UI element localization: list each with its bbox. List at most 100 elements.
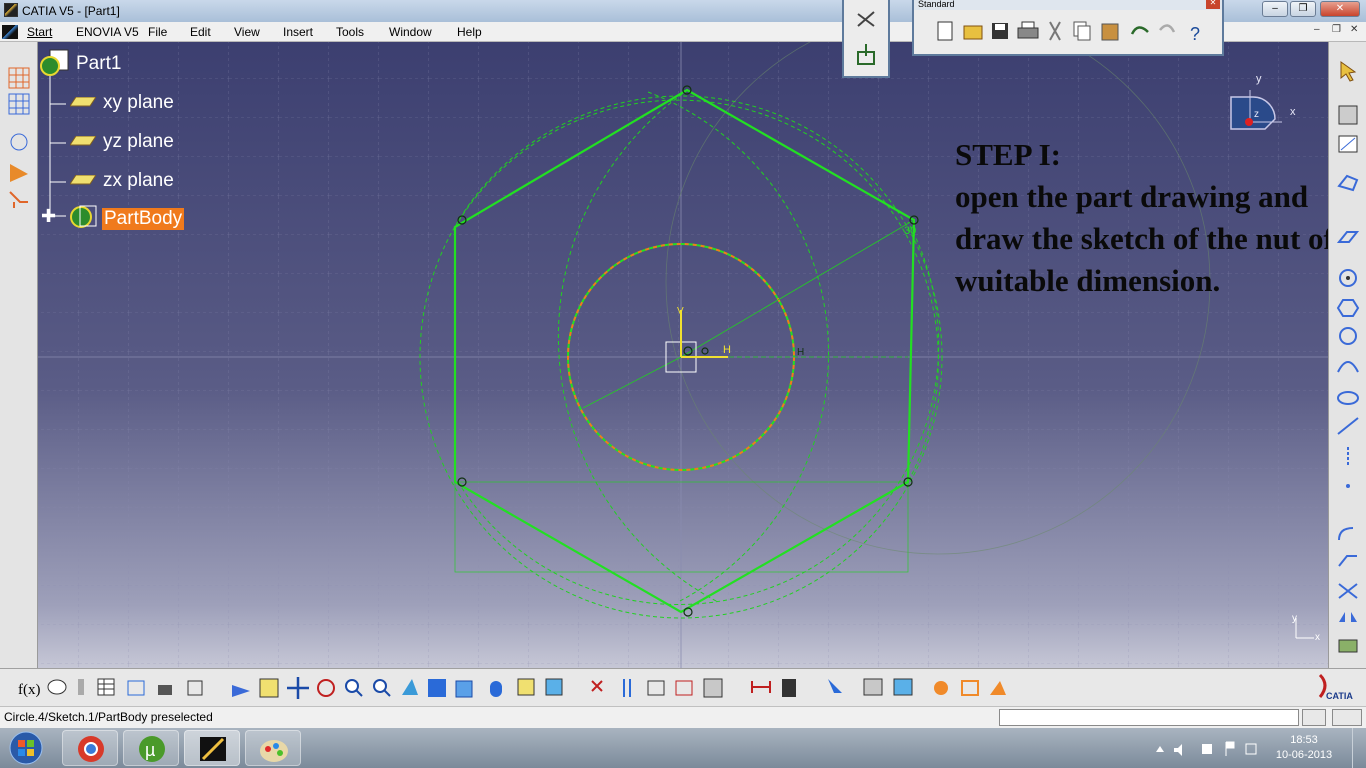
show-desktop-button[interactable] xyxy=(1352,728,1366,768)
hide-show-icon[interactable] xyxy=(490,681,502,697)
tree-yz-plane[interactable]: yz plane xyxy=(103,131,174,153)
capture-icon[interactable] xyxy=(893,678,913,696)
line-icon[interactable] xyxy=(1337,417,1359,435)
sketch-analysis-icon[interactable] xyxy=(591,680,603,692)
part-icon[interactable] xyxy=(38,48,72,78)
circle-tool-icon[interactable] xyxy=(1339,327,1357,345)
taskbar-chrome[interactable] xyxy=(62,730,118,766)
normal-view-icon[interactable] xyxy=(402,679,418,695)
fit-all-icon[interactable] xyxy=(259,678,279,698)
chamfer-icon[interactable] xyxy=(1338,555,1357,567)
distance-icon[interactable] xyxy=(751,681,771,693)
trim-icon[interactable] xyxy=(1338,583,1358,599)
profile-icon[interactable] xyxy=(1337,174,1359,192)
command-expand-button[interactable] xyxy=(1332,709,1362,726)
dimensional-constraint-icon[interactable] xyxy=(9,191,28,208)
snapshot-icon[interactable] xyxy=(863,678,883,696)
grid-icon[interactable] xyxy=(8,67,30,89)
comment-icon[interactable] xyxy=(47,679,67,695)
new-icon[interactable] xyxy=(937,21,953,41)
standard-toolbar-close[interactable]: ✕ xyxy=(1206,0,1220,9)
save-icon[interactable] xyxy=(992,23,1008,39)
export-icon[interactable] xyxy=(857,44,875,65)
transform-icon[interactable] xyxy=(961,680,979,696)
copy-icon[interactable] xyxy=(1073,21,1091,41)
menu-enovia[interactable]: ENOVIA V5 xyxy=(76,25,139,39)
print-icon[interactable] xyxy=(1017,21,1039,39)
menu-edit[interactable]: Edit xyxy=(190,25,211,39)
snap-grid-icon[interactable] xyxy=(8,93,30,115)
construction-icon[interactable] xyxy=(10,133,28,151)
rotate-icon[interactable] xyxy=(317,679,335,697)
sketcher-icon[interactable] xyxy=(857,11,875,27)
lock-icon[interactable] xyxy=(158,685,172,695)
expand-plus-icon[interactable]: ✚ xyxy=(41,207,59,225)
pattern-icon[interactable] xyxy=(990,681,1006,695)
select-mode-icon[interactable] xyxy=(828,679,842,693)
redo-icon[interactable] xyxy=(1159,24,1176,33)
constraint-list-icon[interactable] xyxy=(623,679,631,697)
measure-icon[interactable] xyxy=(647,680,665,696)
project-icon[interactable] xyxy=(1338,639,1358,653)
rectangle-icon[interactable] xyxy=(1336,231,1360,243)
doc-close-button[interactable]: ✕ xyxy=(1350,24,1358,35)
paste-icon[interactable] xyxy=(1101,23,1119,41)
taskbar-utorrent[interactable]: µ xyxy=(123,730,179,766)
table-icon[interactable] xyxy=(97,678,115,696)
3d-viewport[interactable]: 30 H V H Part1 xy plane yz plane zx plan… xyxy=(38,42,1328,668)
menu-start[interactable]: Start xyxy=(27,25,52,39)
menu-tools[interactable]: Tools xyxy=(336,25,364,39)
menu-file[interactable]: File xyxy=(148,25,167,39)
chamfer-tool-icon[interactable] xyxy=(934,681,948,695)
close-button[interactable]: ✕ xyxy=(1320,1,1360,17)
doc-minimize-button[interactable]: – xyxy=(1314,24,1320,35)
tree-xy-plane[interactable]: xy plane xyxy=(103,92,174,114)
pan-icon[interactable] xyxy=(287,677,309,699)
shading-icon[interactable] xyxy=(455,680,473,698)
measure-item-icon[interactable] xyxy=(675,680,693,696)
views-icon[interactable] xyxy=(428,679,446,697)
zoom-in-icon[interactable] xyxy=(345,679,363,697)
select-arrow-icon[interactable] xyxy=(1340,61,1357,82)
taskbar-catia[interactable] xyxy=(184,730,240,766)
cut-icon[interactable] xyxy=(1049,21,1061,41)
menu-view[interactable]: View xyxy=(234,25,260,39)
tree-part1[interactable]: Part1 xyxy=(76,53,121,75)
undo-icon[interactable] xyxy=(1130,26,1149,35)
formula-icon[interactable]: f(x) xyxy=(18,682,41,698)
angle-constraint-label[interactable]: 30 xyxy=(904,225,916,237)
command-window-button[interactable] xyxy=(1302,709,1326,726)
swap-icon[interactable] xyxy=(517,678,535,696)
menu-insert[interactable]: Insert xyxy=(283,25,313,39)
mirror-icon[interactable] xyxy=(1339,612,1357,622)
geometric-constraint-icon[interactable] xyxy=(10,164,28,182)
hexagon-icon[interactable] xyxy=(1336,299,1360,317)
menu-help[interactable]: Help xyxy=(457,25,482,39)
windows-start-orb-icon[interactable] xyxy=(6,730,46,766)
ellipse-icon[interactable] xyxy=(1337,391,1359,405)
open-icon[interactable] xyxy=(963,25,983,40)
fly-icon[interactable] xyxy=(232,685,250,697)
param-icon[interactable] xyxy=(187,680,203,696)
tree-zx-plane[interactable]: zx plane xyxy=(103,170,174,192)
command-input[interactable] xyxy=(999,709,1299,726)
layer-icon[interactable] xyxy=(545,678,563,696)
minimize-button[interactable]: – xyxy=(1262,1,1288,17)
exit-workbench-icon[interactable] xyxy=(1338,105,1358,125)
zoom-out-icon[interactable] xyxy=(373,679,391,697)
point-icon[interactable] xyxy=(1346,484,1350,488)
spline-icon[interactable] xyxy=(1337,361,1359,373)
sketch-icon[interactable] xyxy=(1338,135,1358,153)
tree-partbody[interactable]: PartBody xyxy=(102,208,185,230)
taskbar-paint[interactable] xyxy=(245,730,301,766)
catalog-icon[interactable] xyxy=(782,679,796,697)
apply-material-icon[interactable] xyxy=(703,678,723,698)
circle-icon[interactable] xyxy=(1339,269,1357,287)
clock[interactable]: 18:53 10-06-2013 xyxy=(1272,733,1336,763)
compass-icon[interactable]: y x z xyxy=(1226,72,1306,144)
maximize-button[interactable]: ❐ xyxy=(1290,1,1316,17)
whats-this-icon[interactable]: ? xyxy=(1190,24,1200,44)
doc-restore-button[interactable]: ❐ xyxy=(1332,24,1341,35)
tree-icon[interactable] xyxy=(127,680,145,696)
knowledge-icon[interactable] xyxy=(78,679,84,695)
